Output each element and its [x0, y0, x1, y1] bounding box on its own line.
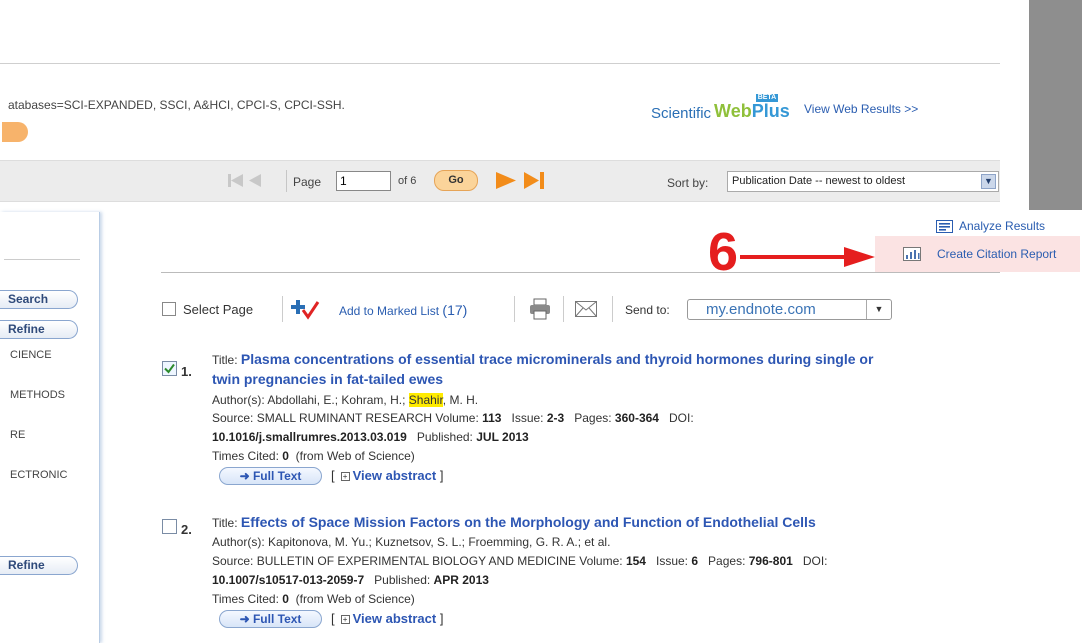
sidebar-item-methods[interactable]: METHODS [10, 389, 65, 401]
record-doi: 10.1007/s10517-013-2059-7 [212, 573, 365, 587]
record-authors: Author(s): Kapitonova, M. Yu.; Kuznetsov… [212, 535, 611, 549]
view-abstract[interactable]: [+ View abstract ] [331, 468, 443, 483]
arrow-right-icon [740, 247, 875, 267]
sidebar-item-science[interactable]: CIENCE [10, 349, 52, 361]
sidebar-item-electronic[interactable]: ECTRONIC [10, 469, 67, 481]
record-authors: Author(s): Abdollahi, E.; Kohram, H.; Sh… [212, 393, 479, 407]
record-title-link[interactable]: Effects of Space Mission Factors on the … [241, 514, 816, 530]
record-number: 1. [181, 364, 192, 379]
record-checkbox[interactable] [162, 519, 177, 534]
toolbar-separator [514, 296, 515, 322]
full-text-button[interactable]: ➜ Full Text [219, 467, 322, 485]
record-doi: 10.1016/j.smallrumres.2013.03.019 [212, 430, 407, 444]
record-title-label: Title: [212, 353, 238, 367]
databases-text: atabases=SCI-EXPANDED, SSCI, A&HCI, CPCI… [8, 98, 345, 112]
toolbar-separator [282, 296, 283, 322]
analyze-results-link[interactable]: Analyze Results [936, 219, 1045, 233]
record-title-line: Title: Plasma concentrations of essentia… [212, 351, 873, 367]
record-title-line: Title: Effects of Space Mission Factors … [212, 514, 816, 530]
refine-sidebar [0, 212, 100, 643]
add-to-marked-list-link[interactable]: Add to Marked List (17) [339, 302, 467, 318]
sidebar-search-button[interactable]: Search [0, 290, 78, 309]
logo-plus-text: Plus BETA [751, 94, 790, 121]
record-number: 2. [181, 522, 192, 537]
full-text-button[interactable]: ➜ Full Text [219, 610, 322, 628]
sidebar-item-re[interactable]: RE [10, 429, 25, 441]
select-page-label[interactable]: Select Page [183, 302, 253, 317]
go-button[interactable]: Go [434, 170, 478, 191]
send-to-select[interactable]: my.endnote.com ▼ [687, 299, 892, 320]
toolbar-separator [563, 296, 564, 322]
view-abstract[interactable]: [+ View abstract ] [331, 611, 443, 626]
gray-side-panel [1029, 0, 1082, 210]
dropdown-arrow-icon[interactable]: ▼ [866, 300, 891, 319]
print-icon[interactable] [529, 298, 551, 320]
pagination-separator [286, 170, 287, 192]
results-divider [161, 272, 1000, 273]
record-times-cited: Times Cited: 0 (from Web of Science) [212, 592, 415, 606]
checkmark-icon [164, 363, 175, 374]
sort-by-select[interactable]: Publication Date -- newest to oldest ▼ [727, 171, 999, 192]
citation-report-icon [903, 247, 921, 261]
annotation-step-number: 6 [708, 222, 739, 282]
create-citation-report-link[interactable]: Create Citation Report [903, 247, 1056, 261]
sort-by-value: Publication Date -- newest to oldest [732, 175, 906, 187]
last-page-icon[interactable] [524, 172, 544, 189]
marked-list-count: (17) [442, 302, 468, 318]
add-to-marked-list-icon[interactable] [290, 298, 320, 320]
scientific-webplus-logo[interactable]: Scientific Web Plus BETA [651, 94, 790, 122]
analyze-results-label: Analyze Results [959, 219, 1046, 233]
record-doi-published: 10.1016/j.smallrumres.2013.03.019 Publis… [212, 430, 529, 444]
record-title-label: Title: [212, 516, 238, 530]
select-page-checkbox[interactable] [162, 302, 176, 316]
sidebar-divider [4, 259, 80, 260]
record-source: Source: BULLETIN OF EXPERIMENTAL BIOLOGY… [212, 554, 828, 568]
email-icon[interactable] [575, 301, 597, 317]
logo-scientific-text: Scientific [651, 105, 712, 122]
record-times-cited: Times Cited: 0 (from Web of Science) [212, 449, 415, 463]
logo-beta-badge: BETA [755, 94, 779, 102]
record-checkbox[interactable] [162, 361, 177, 376]
next-page-icon[interactable] [496, 172, 516, 189]
plus-box-icon: + [340, 615, 350, 625]
analyze-icon [936, 219, 953, 233]
create-citation-report-label: Create Citation Report [937, 247, 1057, 261]
send-to-value: my.endnote.com [706, 301, 816, 318]
record-title-link-continued[interactable]: twin pregnancies in fat-tailed ewes [212, 371, 443, 387]
prev-page-icon[interactable] [249, 174, 261, 187]
header-divider [0, 63, 1000, 64]
page-of-label: of 6 [398, 175, 417, 187]
record-doi-published: 10.1007/s10517-013-2059-7 Published: APR… [212, 573, 489, 587]
plus-box-icon: + [340, 472, 350, 482]
author-highlight: Shahir [408, 393, 443, 407]
toolbar-separator [612, 296, 613, 322]
orange-button-partial[interactable] [2, 122, 28, 142]
dropdown-arrow-icon[interactable]: ▼ [981, 174, 996, 189]
first-page-icon[interactable] [228, 174, 243, 187]
sidebar-refine-button-bottom[interactable]: Refine [0, 556, 78, 575]
record-title-link[interactable]: Plasma concentrations of essential trace… [241, 351, 874, 367]
page-number-input[interactable] [336, 171, 391, 191]
logo-web-text: Web [714, 101, 752, 121]
sort-by-label: Sort by: [667, 176, 709, 190]
view-web-results-link[interactable]: View Web Results >> [804, 102, 918, 116]
record-title-line-2: twin pregnancies in fat-tailed ewes [212, 371, 443, 387]
record-source: Source: SMALL RUMINANT RESEARCH Volume: … [212, 411, 694, 425]
sidebar-refine-button[interactable]: Refine [0, 320, 78, 339]
page-label: Page [293, 175, 322, 189]
send-to-label: Send to: [625, 303, 670, 317]
